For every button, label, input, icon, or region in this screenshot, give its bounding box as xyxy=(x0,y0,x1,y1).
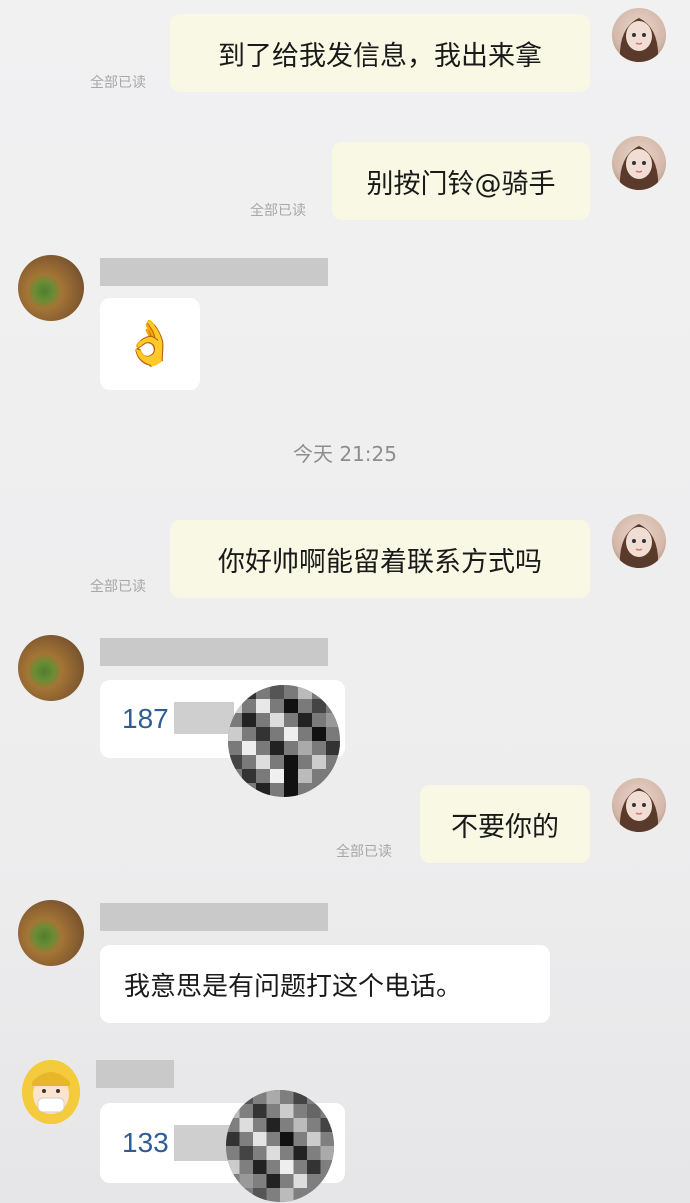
ok-hand-emoji: 👌 xyxy=(122,318,178,369)
sender-name-redacted xyxy=(100,258,328,286)
read-receipt: 全部已读 xyxy=(250,203,306,219)
self-avatar-icon[interactable] xyxy=(612,514,666,568)
message-bubble-self[interactable]: 到了给我发信息，我出来拿 xyxy=(170,14,590,92)
message-text: 不要你的 xyxy=(451,811,559,843)
sender-name-redacted xyxy=(100,903,328,931)
rider-avatar-icon[interactable] xyxy=(18,635,84,701)
self-avatar-icon[interactable] xyxy=(612,778,666,832)
message-text: 别按门铃@骑手 xyxy=(366,168,556,200)
message-bubble-other[interactable]: 我意思是有问题打这个电话。 xyxy=(100,945,550,1023)
message-text: 到了给我发信息，我出来拿 xyxy=(218,40,542,72)
redaction-mosaic xyxy=(228,685,340,797)
message-bubble-other[interactable]: 👌 xyxy=(100,298,200,390)
masked-person-avatar-icon[interactable] xyxy=(22,1060,80,1124)
message-text: 你好帅啊能留着联系方式吗 xyxy=(218,546,542,578)
message-bubble-self[interactable]: 你好帅啊能留着联系方式吗 xyxy=(170,520,590,598)
phone-number-partial[interactable]: 187 xyxy=(122,703,169,735)
rider-avatar-icon[interactable] xyxy=(18,255,84,321)
read-receipt: 全部已读 xyxy=(336,844,392,860)
self-avatar-icon[interactable] xyxy=(612,136,666,190)
redaction-block xyxy=(174,702,234,734)
phone-number-partial[interactable]: 133 xyxy=(122,1127,169,1159)
redaction-mosaic xyxy=(226,1090,334,1202)
sender-name-redacted xyxy=(100,638,328,666)
time-divider: 今天 21:25 xyxy=(293,442,397,466)
rider-avatar-icon[interactable] xyxy=(18,900,84,966)
redaction-block xyxy=(174,1125,234,1161)
message-bubble-self[interactable]: 别按门铃@骑手 xyxy=(332,142,590,220)
self-avatar-icon[interactable] xyxy=(612,8,666,62)
message-bubble-self[interactable]: 不要你的 xyxy=(420,785,590,863)
read-receipt: 全部已读 xyxy=(90,579,146,595)
sender-name-redacted xyxy=(96,1060,174,1088)
message-text: 我意思是有问题打这个电话。 xyxy=(124,971,463,1002)
read-receipt: 全部已读 xyxy=(90,75,146,91)
